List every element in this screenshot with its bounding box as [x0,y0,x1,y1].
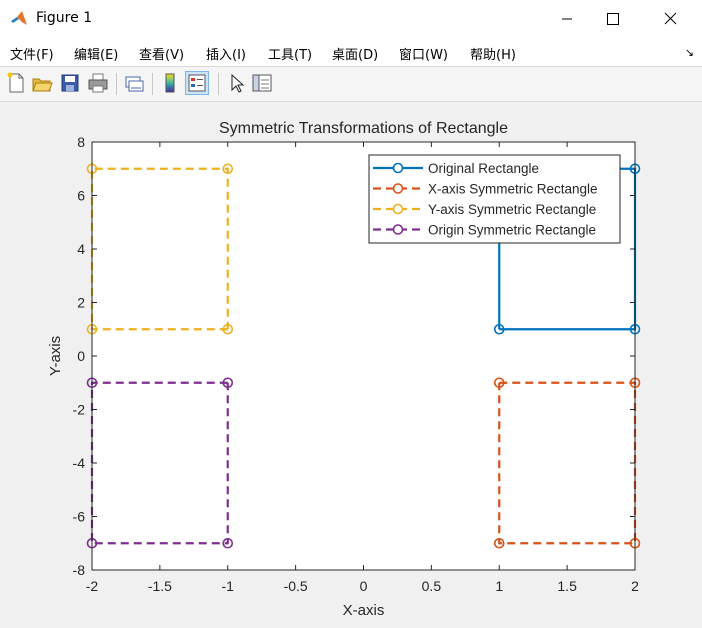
figure-toolbar [0,66,702,102]
y-tick-label: 2 [77,295,85,311]
y-axis-label: Y-axis [47,336,64,376]
close-icon [664,12,677,25]
toolbar-separator [218,73,219,95]
new-figure-icon [7,72,24,93]
maximize-icon [607,13,619,25]
legend-label: Original Rectangle [428,161,539,176]
property-inspector-icon [252,74,272,92]
save-button[interactable] [58,71,82,95]
y-tick-label: 0 [77,348,85,364]
matlab-logo-icon [11,11,27,25]
dock-arrow-icon[interactable]: ↘ [685,46,694,59]
legend[interactable]: Original Rectangle X-axis Symmetric Recta… [368,154,621,244]
pointer-icon [231,73,245,93]
legend-marker [392,162,404,174]
y-tick-label: -2 [73,402,86,418]
toolbar-separator [116,73,117,95]
window-title: Figure 1 [36,10,93,26]
menu-insert[interactable]: 插入(I) [206,44,246,63]
y-tick-label: -4 [73,455,86,471]
open-file-button[interactable] [30,71,54,95]
legend-label: Origin Symmetric Rectangle [428,223,596,238]
legend-label: X-axis Symmetric Rectangle [428,182,598,197]
x-tick-label: 1 [495,578,503,594]
y-tick-label: 4 [77,241,85,257]
menu-view[interactable]: 查看(V) [139,44,184,63]
x-tick-label: 0 [360,578,368,594]
x-tick-label: -0.5 [284,578,308,594]
print-button[interactable] [86,71,110,95]
x-tick-label: -1.5 [148,578,172,594]
property-inspector-button[interactable] [250,71,274,95]
y-tick-label: 6 [77,188,85,204]
menu-file[interactable]: 文件(F) [10,44,54,63]
legend-marker [392,203,404,215]
print-icon [88,73,108,93]
chart-title: Symmetric Transformations of Rectangle [219,120,508,137]
insert-colorbar-button[interactable] [158,71,182,95]
legend-label: Y-axis Symmetric Rectangle [428,202,596,217]
insert-legend-button[interactable] [185,71,209,95]
figure-window: Figure 1 文件(F) 编辑(E) 查看(V) 插入(I) 工具(T) 桌… [0,0,702,628]
figure-canvas: Symmetric Transformations of Rectangle -… [0,101,702,628]
x-tick-label: -2 [86,578,99,594]
y-tick-label: -6 [73,509,86,525]
chart-svg: Symmetric Transformations of Rectangle -… [47,120,641,619]
close-button[interactable] [644,0,698,38]
y-tick-label: 8 [77,134,85,150]
menu-window[interactable]: 窗口(W) [399,44,448,63]
x-tick-label: -1 [222,578,235,594]
x-tick-label: 1.5 [557,578,577,594]
link-plot-icon [125,76,144,92]
pointer-button[interactable] [224,71,248,95]
link-plot-button[interactable] [122,71,146,95]
menu-edit[interactable]: 编辑(E) [74,44,118,63]
legend-marker [392,224,404,235]
menu-bar: 文件(F) 编辑(E) 查看(V) 插入(I) 工具(T) 桌面(D) 窗口(W… [0,38,702,66]
toolbar-separator [152,73,153,95]
maximize-button[interactable] [588,0,642,38]
legend-marker [392,183,404,194]
menu-tools[interactable]: 工具(T) [268,44,312,63]
minimize-button[interactable] [540,0,594,38]
x-tick-label: 0.5 [422,578,442,594]
save-icon [61,74,79,92]
new-figure-button[interactable] [4,71,28,95]
insert-colorbar-icon [165,73,175,93]
menu-desktop[interactable]: 桌面(D) [332,44,378,63]
y-tick-label: -8 [73,562,86,578]
menu-help[interactable]: 帮助(H) [470,44,516,63]
title-bar: Figure 1 [0,0,702,38]
x-tick-label: 2 [631,578,639,594]
open-file-icon [32,78,53,92]
x-axis-label: X-axis [343,602,385,619]
minimize-icon [562,18,572,20]
insert-legend-icon [188,74,206,92]
